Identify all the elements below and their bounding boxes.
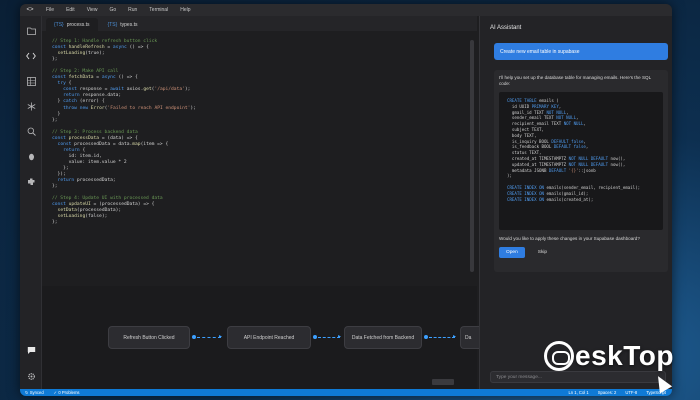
watermark-logo: eskTop [544, 338, 674, 374]
connector-dot [192, 335, 196, 339]
menu-edit[interactable]: Edit [66, 7, 75, 13]
folder-icon[interactable] [25, 25, 37, 37]
typescript-file-icon: {TS} [107, 21, 118, 28]
menu-help[interactable]: Help [180, 7, 190, 13]
search-icon[interactable] [25, 125, 37, 137]
bug-icon[interactable] [25, 150, 37, 162]
flow-connector [429, 337, 455, 338]
code-content: // Step 1: Handle refresh button click co… [52, 39, 477, 226]
tab-types-ts[interactable]: {TS} types.ts [100, 18, 146, 31]
app-logo-icon: <> [26, 7, 34, 13]
menu-terminal[interactable]: Terminal [149, 7, 168, 13]
typescript-file-icon: {TS} [54, 21, 64, 28]
tab-process-ts[interactable]: {TS} process.ts [46, 18, 98, 31]
tab-label: process.ts [66, 21, 90, 28]
cursor-position[interactable]: Ln 1, Col 1 [568, 390, 588, 395]
sync-status[interactable]: ↻ Synced [25, 390, 44, 395]
extensions-icon[interactable] [25, 175, 37, 187]
status-bar: ↻ Synced ✓ 0 Problems Ln 1, Col 1 Spaces… [20, 389, 672, 396]
ai-assistant-panel: AI Assistant Create new email table in s… [479, 16, 672, 389]
flow-node-refresh[interactable]: Refresh Button Clicked [108, 326, 190, 349]
assistant-response: I'll help you set up the database table … [494, 70, 668, 272]
menu-go[interactable]: Go [109, 7, 116, 13]
encoding[interactable]: UTF-8 [625, 390, 637, 395]
action-buttons: Open Skip [499, 247, 663, 258]
watermark-text: eskTop [575, 340, 674, 371]
arrow-right-icon: ▸ [453, 334, 457, 340]
sql-line: CREATE INDEX ON emails(created_at); [507, 196, 594, 202]
menu-run[interactable]: Run [128, 7, 137, 13]
editor-scrollbar[interactable] [470, 40, 474, 272]
ai-panel-title: AI Assistant [490, 25, 522, 31]
assistant-intro-text: I'll help you set up the database table … [499, 75, 651, 86]
brand-mark-icon [544, 341, 574, 371]
flow-node-data-fetched[interactable]: Data Fetched from Backend [344, 326, 422, 349]
chat-icon[interactable] [25, 344, 37, 356]
code-editor[interactable]: // Step 1: Handle refresh button click co… [42, 31, 477, 286]
menu-view[interactable]: View [87, 7, 98, 13]
connector-dot [424, 335, 428, 339]
menu-bar: <> File Edit View Go Run Terminal Help [20, 4, 672, 16]
arrow-right-icon: ▸ [338, 334, 342, 340]
skip-button[interactable]: Skip [531, 247, 554, 258]
flow-node-api[interactable]: API Endpoint Reached [227, 326, 311, 349]
desktop-background: <> File Edit View Go Run Terminal Help {… [0, 0, 700, 400]
git-branch-icon[interactable] [25, 100, 37, 112]
flow-connector [318, 337, 340, 338]
open-button[interactable]: Open [499, 247, 525, 258]
table-icon[interactable] [25, 75, 37, 87]
problems-status[interactable]: ✓ 0 Problems [54, 390, 80, 395]
settings-icon[interactable] [25, 370, 37, 382]
connector-dot [313, 335, 317, 339]
code-icon[interactable] [25, 50, 37, 62]
minimap-indicator [432, 379, 454, 385]
flow-connector [197, 337, 221, 338]
arrow-right-icon: ▸ [219, 334, 223, 340]
assistant-question: Would you like to apply these changes in… [499, 236, 640, 241]
editor-tabs: {TS} process.ts {TS} types.ts [42, 16, 477, 31]
sql-code-block: CREATE TABLE emails ( id UUID PRIMARY KE… [499, 92, 663, 230]
tab-label: types.ts [120, 21, 138, 28]
code-line: }; [52, 220, 58, 226]
indentation[interactable]: Spaces: 2 [598, 390, 617, 395]
flow-diagram-panel: Refresh Button Clicked ▸ API Endpoint Re… [42, 286, 480, 389]
activity-bar [20, 16, 42, 389]
user-message: Create new email table in supabase [494, 43, 668, 60]
flow-node-partial[interactable]: Da [460, 326, 480, 349]
menu-file[interactable]: File [46, 7, 54, 13]
